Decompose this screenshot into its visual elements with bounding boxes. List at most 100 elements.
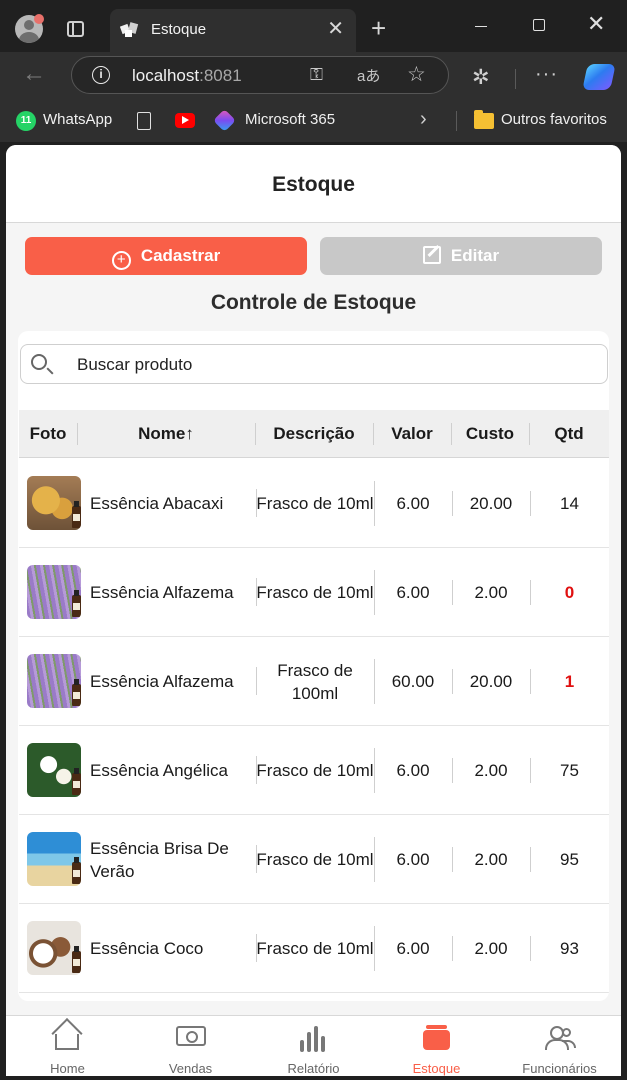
cadastrar-button[interactable]: + Cadastrar (25, 237, 307, 275)
nav-funcionarios[interactable]: Funcionários (498, 1016, 621, 1076)
toolbar-divider (515, 69, 516, 89)
window-close-icon[interactable]: ✕ (587, 12, 605, 36)
people-icon (544, 1026, 576, 1050)
column-header-foto[interactable]: Foto (19, 410, 77, 458)
lavender-photo (27, 565, 81, 619)
sort-arrow-icon: ↑ (185, 424, 194, 443)
app-container: Estoque + Cadastrar Editar Controle de Es… (6, 145, 621, 1076)
nav-relatorio[interactable]: Relatório (252, 1016, 375, 1076)
app-header: Estoque (6, 145, 621, 223)
favorite-star-icon[interactable]: ☆ (407, 62, 426, 87)
maximize-icon[interactable] (533, 19, 545, 31)
table-row[interactable]: Essência Brisa De Verão Frasco de 10ml 6… (19, 815, 609, 904)
page-title: Estoque (272, 173, 355, 196)
product-valor: 60.00 (391, 672, 435, 691)
lavender-photo (27, 654, 81, 708)
editar-label: Editar (450, 246, 500, 265)
table-row[interactable]: Essência Abacaxi Frasco de 10ml 6.00 20.… (19, 459, 609, 548)
table-row[interactable]: Essência Coco Frasco de 10ml 6.00 2.00 9… (19, 904, 609, 993)
product-valor: 6.00 (396, 583, 430, 602)
site-info-icon[interactable]: i (92, 66, 110, 84)
product-description: Frasco de 10ml (256, 850, 374, 869)
product-custo: 20.00 (469, 672, 513, 691)
back-arrow-icon[interactable]: ← (22, 60, 46, 88)
home-icon (55, 1034, 79, 1050)
product-description: Frasco de 10ml (256, 939, 374, 958)
bookmark-microsoft-365[interactable]: Microsoft 365 (245, 111, 335, 128)
bottom-navigation: Home Vendas Relatório Estoque Funcionári… (6, 1015, 621, 1076)
product-qtd: 75 (560, 761, 579, 780)
column-header-qtd[interactable]: Qtd (529, 410, 609, 458)
folder-icon[interactable] (474, 110, 494, 129)
bookmarks-divider (456, 111, 457, 131)
nav-label: Funcionários (522, 1061, 597, 1076)
product-qtd: 0 (564, 583, 575, 602)
youtube-icon[interactable] (175, 113, 195, 128)
product-qtd: 93 (560, 939, 579, 958)
column-header-nome[interactable]: Nome↑ (77, 410, 255, 458)
editar-button[interactable]: Editar (320, 237, 602, 275)
section-title: Controle de Estoque (210, 291, 417, 314)
tab-actions-icon[interactable] (67, 21, 84, 37)
money-icon (176, 1026, 206, 1046)
nav-vendas[interactable]: Vendas (129, 1016, 252, 1076)
abacaxi-photo (27, 476, 81, 530)
product-name: Essência Alfazema (90, 583, 234, 602)
favicon-icon (120, 22, 139, 37)
product-name: Essência Coco (90, 939, 204, 958)
more-menu-icon[interactable]: ··· (535, 63, 558, 86)
column-header-valor[interactable]: Valor (373, 410, 451, 458)
product-valor: 6.00 (396, 761, 430, 780)
product-description: Frasco de 10ml (256, 583, 374, 602)
edit-icon (422, 246, 441, 264)
bookmark-outros-favoritos[interactable]: Outros favoritos (501, 111, 607, 128)
product-valor: 6.00 (396, 939, 430, 958)
nav-label: Vendas (168, 1061, 213, 1076)
product-custo: 20.00 (469, 494, 513, 513)
search-icon (31, 354, 47, 370)
column-header-descricao[interactable]: Descrição (255, 410, 373, 458)
product-name: Essência Abacaxi (90, 494, 224, 513)
search-input[interactable] (77, 354, 577, 376)
product-qtd: 95 (560, 850, 579, 869)
search-box (20, 344, 608, 384)
nav-label: Estoque (412, 1061, 461, 1076)
product-valor: 6.00 (396, 494, 430, 513)
browser-tab-estoque[interactable]: Estoque ✕ (110, 9, 356, 52)
url-text: localhost:8081 (132, 66, 242, 85)
table-row[interactable]: Essência Angélica Frasco de 10ml 6.00 2.… (19, 726, 609, 815)
nav-home[interactable]: Home (6, 1016, 129, 1076)
product-custo: 2.00 (474, 761, 508, 780)
extensions-icon[interactable]: ✲ (472, 65, 490, 90)
whatsapp-icon[interactable]: 11 (16, 111, 36, 131)
url-input[interactable]: i localhost:8081 ⚿ aあ ☆ (71, 56, 449, 94)
stock-table-card: Foto Nome↑ Descrição Valor Custo Qtd Ess… (18, 331, 609, 1001)
tab-title: Estoque (151, 21, 207, 38)
table-row[interactable]: Essência Alfazema Frasco de 10ml 6.00 2.… (19, 548, 609, 637)
minimize-icon[interactable] (475, 26, 487, 27)
product-custo: 2.00 (474, 850, 508, 869)
key-icon[interactable]: ⚿ (310, 65, 323, 85)
read-aloud-icon[interactable]: aあ (357, 65, 380, 86)
table-header: Foto Nome↑ Descrição Valor Custo Qtd (19, 410, 609, 458)
nav-label: Home (50, 1061, 85, 1076)
product-custo: 2.00 (474, 583, 508, 602)
angelica-photo (27, 743, 81, 797)
document-icon[interactable] (137, 112, 151, 130)
new-tab-icon[interactable]: + (371, 14, 386, 42)
notification-dot-icon (34, 14, 44, 24)
product-description: Frasco de 10ml (256, 494, 374, 513)
add-circle-icon: + (111, 251, 131, 270)
chevron-right-icon[interactable]: › (420, 108, 427, 131)
product-valor: 6.00 (396, 850, 430, 869)
browser-tab-bar: Estoque ✕ + ✕ (0, 0, 627, 52)
table-row[interactable]: Essência Alfazema Frasco de 100ml 60.00 … (19, 637, 609, 726)
column-header-custo[interactable]: Custo (451, 410, 529, 458)
product-qtd: 14 (560, 494, 579, 513)
coconut-photo (27, 921, 81, 975)
copilot-icon[interactable] (582, 64, 616, 90)
nav-estoque[interactable]: Estoque (375, 1016, 498, 1076)
bookmark-whatsapp[interactable]: WhatsApp (43, 111, 112, 128)
product-description: Frasco de 10ml (256, 761, 374, 780)
close-tab-icon[interactable]: ✕ (327, 18, 344, 40)
